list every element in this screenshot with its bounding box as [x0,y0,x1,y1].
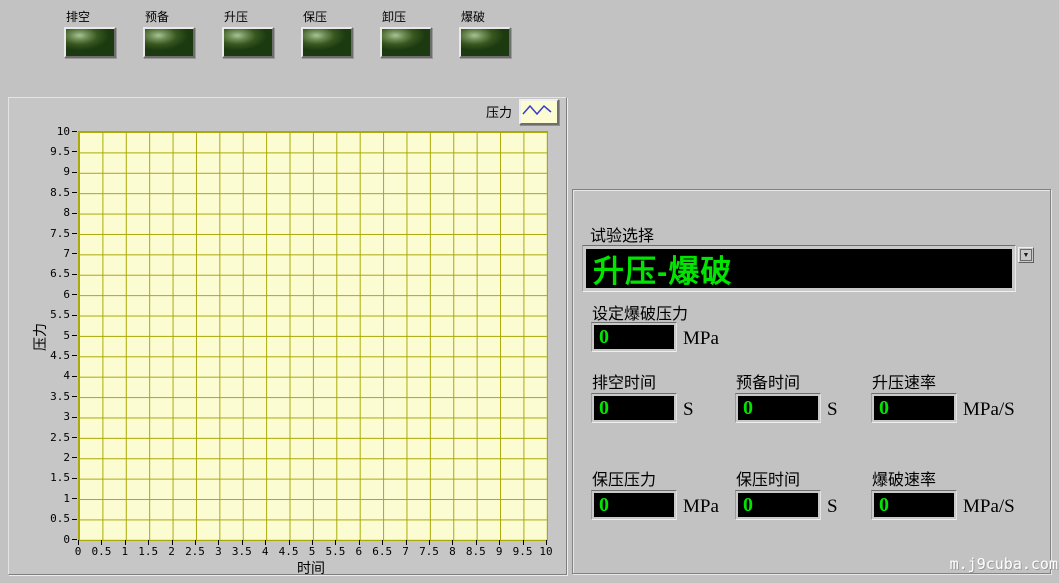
hold-time-field[interactable]: 0 [735,490,821,520]
test-select-dropdown-button[interactable]: ▼ [1018,247,1034,263]
legend-label: 压力 [486,102,512,121]
burst-rate-value: 0 [874,493,954,517]
prepare-time-label: 预备时间 [736,369,800,393]
y-tick-label: 4.5 [34,350,70,361]
y-tick-mark [72,355,77,356]
prepare-time-unit: S [827,399,838,421]
y-tick-mark [72,172,77,173]
y-tick-label: 0.5 [34,513,70,524]
led-hold-label: 保压 [303,8,327,25]
y-tick-label: 6 [34,289,70,300]
y-tick-mark [72,213,77,214]
led-burst [459,27,511,58]
y-tick-mark [72,498,77,499]
y-tick-label: 9.5 [34,146,70,157]
chart-plot-area [78,131,548,541]
x-axis-title: 时间 [297,558,325,578]
y-tick-mark [72,539,77,540]
hold-pressure-label: 保压压力 [592,466,656,490]
exhaust-time-field[interactable]: 0 [591,393,677,423]
y-tick-label: 4 [34,370,70,381]
led-burst-label: 爆破 [461,8,485,25]
exhaust-time-label: 排空时间 [592,369,656,393]
y-tick-label: 8 [34,207,70,218]
burst-rate-unit: MPa/S [963,496,1015,518]
y-tick-mark [72,457,77,458]
x-tick-label: 10 [531,546,561,557]
set-burst-pressure-value: 0 [594,325,674,349]
led-pressurize-label: 升压 [224,8,248,25]
exhaust-time-unit: S [683,399,694,421]
hold-pressure-value: 0 [594,493,674,517]
y-tick-mark [72,274,77,275]
set-burst-pressure-unit: MPa [683,328,719,350]
y-tick-mark [72,417,77,418]
y-tick-mark [72,376,77,377]
led-pressurize [222,27,274,58]
y-tick-label: 10 [34,126,70,137]
hold-time-value: 0 [738,493,818,517]
legend-swatch[interactable] [519,99,559,125]
hold-time-label: 保压时间 [736,466,800,490]
y-tick-label: 2.5 [34,432,70,443]
y-tick-label: 6.5 [34,268,70,279]
y-tick-mark [72,396,77,397]
y-tick-label: 8.5 [34,187,70,198]
test-select-value: 升压-爆破 [586,246,732,291]
test-select-label: 试验选择 [590,222,654,246]
hold-pressure-unit: MPa [683,496,719,518]
y-tick-label: 7.5 [34,228,70,239]
y-tick-mark [72,233,77,234]
y-tick-label: 1.5 [34,472,70,483]
y-tick-mark [72,335,77,336]
y-tick-label: 9 [34,166,70,177]
y-tick-label: 3 [34,411,70,422]
y-tick-label: 0 [34,534,70,545]
test-select-display: 升压-爆破 [586,249,1012,288]
y-tick-mark [72,131,77,132]
pressurize-rate-unit: MPa/S [963,399,1015,421]
led-release [380,27,432,58]
y-tick-mark [72,192,77,193]
exhaust-time-value: 0 [594,396,674,420]
y-tick-mark [72,478,77,479]
y-tick-label: 1 [34,493,70,504]
waveform-icon [521,101,553,119]
led-prepare-label: 预备 [145,8,169,25]
y-tick-label: 5.5 [34,309,70,320]
burst-rate-label: 爆破速率 [872,466,936,490]
y-tick-label: 3.5 [34,391,70,402]
pressurize-rate-label: 升压速率 [872,369,936,393]
prepare-time-value: 0 [738,396,818,420]
pressurize-rate-value: 0 [874,396,954,420]
led-release-label: 卸压 [382,8,406,25]
led-hold [301,27,353,58]
y-tick-label: 7 [34,248,70,259]
y-tick-mark [72,519,77,520]
pressurize-rate-field[interactable]: 0 [871,393,957,423]
app-window: 压力 时间 压力 试验选择 升压-爆破 ▼ m.j9cuba.com 排空预备升… [0,0,1059,583]
led-exhaust [64,27,116,58]
y-tick-mark [72,294,77,295]
y-tick-label: 2 [34,452,70,463]
y-tick-mark [72,315,77,316]
led-prepare [143,27,195,58]
chevron-down-icon: ▼ [1020,249,1032,261]
led-exhaust-label: 排空 [66,8,90,25]
y-tick-mark [72,437,77,438]
y-tick-mark [72,253,77,254]
prepare-time-field[interactable]: 0 [735,393,821,423]
set-burst-pressure-label: 设定爆破压力 [592,300,688,324]
set-burst-pressure-field[interactable]: 0 [591,322,677,352]
hold-time-unit: S [827,496,838,518]
test-select-ring[interactable]: 升压-爆破 [582,245,1016,292]
watermark: m.j9cuba.com [950,555,1058,573]
hold-pressure-field[interactable]: 0 [591,490,677,520]
y-tick-mark [72,151,77,152]
burst-rate-field[interactable]: 0 [871,490,957,520]
y-tick-label: 5 [34,330,70,341]
